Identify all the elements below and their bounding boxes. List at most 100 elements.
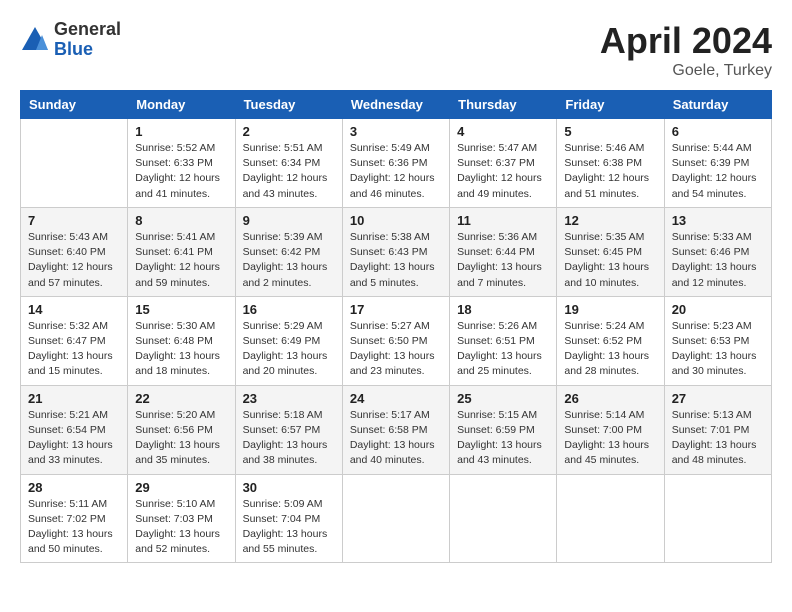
calendar-cell: 2 Sunrise: 5:51 AMSunset: 6:34 PMDaylight… [235,119,342,208]
day-number: 27 [672,391,764,406]
day-number: 25 [457,391,549,406]
weekday-header-saturday: Saturday [664,91,771,119]
calendar-cell: 8Sunrise: 5:41 AMSunset: 6:41 PMDaylight… [128,207,235,296]
calendar-cell: 6Sunrise: 5:44 AMSunset: 6:39 PMDaylight… [664,119,771,208]
calendar-cell: 12 Sunrise: 5:35 AMSunset: 6:45 PMDayligh… [557,207,664,296]
calendar-cell: 19Sunrise: 5:24 AMSunset: 6:52 PMDayligh… [557,296,664,385]
day-number: 5 [564,124,656,139]
logo-text: General Blue [54,20,121,60]
calendar-week-row: 7 Sunrise: 5:43 AMSunset: 6:40 PMDaylight… [21,207,772,296]
calendar-cell: 17Sunrise: 5:27 AMSunset: 6:50 PMDayligh… [342,296,449,385]
day-info: Sunrise: 5:32 AMSunset: 6:47 PMDaylight:… [28,319,120,380]
calendar-cell: 3 Sunrise: 5:49 AMSunset: 6:36 PMDaylight… [342,119,449,208]
calendar-cell: 7 Sunrise: 5:43 AMSunset: 6:40 PMDaylight… [21,207,128,296]
calendar-cell: 18Sunrise: 5:26 AMSunset: 6:51 PMDayligh… [450,296,557,385]
calendar-table: SundayMondayTuesdayWednesdayThursdayFrid… [20,90,772,563]
day-info: Sunrise: 5:15 AMSunset: 6:59 PMDaylight:… [457,408,549,469]
day-number: 28 [28,480,120,495]
weekday-header-monday: Monday [128,91,235,119]
calendar-cell: 11 Sunrise: 5:36 AMSunset: 6:44 PMDayligh… [450,207,557,296]
day-info: Sunrise: 5:41 AMSunset: 6:41 PMDaylight:… [135,230,227,291]
day-info: Sunrise: 5:23 AMSunset: 6:53 PMDaylight:… [672,319,764,380]
logo: General Blue [20,20,121,60]
day-info: Sunrise: 5:30 AMSunset: 6:48 PMDaylight:… [135,319,227,380]
day-info: Sunrise: 5:43 AMSunset: 6:40 PMDaylight:… [28,230,120,291]
day-info: Sunrise: 5:49 AMSunset: 6:36 PMDaylight:… [350,141,442,202]
calendar-cell: 29Sunrise: 5:10 AMSunset: 7:03 PMDayligh… [128,474,235,563]
logo-general: General [54,20,121,40]
weekday-header-row: SundayMondayTuesdayWednesdayThursdayFrid… [21,91,772,119]
day-info: Sunrise: 5:14 AMSunset: 7:00 PMDaylight:… [564,408,656,469]
calendar-week-row: 21Sunrise: 5:21 AMSunset: 6:54 PMDayligh… [21,385,772,474]
weekday-header-friday: Friday [557,91,664,119]
calendar-body: 1Sunrise: 5:52 AMSunset: 6:33 PMDaylight… [21,119,772,563]
day-number: 12 [564,213,656,228]
day-number: 11 [457,213,549,228]
day-info: Sunrise: 5:27 AMSunset: 6:50 PMDaylight:… [350,319,442,380]
day-number: 14 [28,302,120,317]
calendar-cell: 25 Sunrise: 5:15 AMSunset: 6:59 PMDayligh… [450,385,557,474]
calendar-cell [450,474,557,563]
day-number: 2 [243,124,335,139]
calendar-cell: 24 Sunrise: 5:17 AMSunset: 6:58 PMDayligh… [342,385,449,474]
calendar-cell: 16 Sunrise: 5:29 AMSunset: 6:49 PMDayligh… [235,296,342,385]
calendar-header: SundayMondayTuesdayWednesdayThursdayFrid… [21,91,772,119]
calendar-cell: 22 Sunrise: 5:20 AMSunset: 6:56 PMDayligh… [128,385,235,474]
day-number: 26 [564,391,656,406]
calendar-cell: 21Sunrise: 5:21 AMSunset: 6:54 PMDayligh… [21,385,128,474]
calendar-cell: 1Sunrise: 5:52 AMSunset: 6:33 PMDaylight… [128,119,235,208]
day-info: Sunrise: 5:18 AMSunset: 6:57 PMDaylight:… [243,408,335,469]
calendar-cell: 14 Sunrise: 5:32 AMSunset: 6:47 PMDayligh… [21,296,128,385]
calendar-cell: 26 Sunrise: 5:14 AMSunset: 7:00 PMDayligh… [557,385,664,474]
day-info: Sunrise: 5:52 AMSunset: 6:33 PMDaylight:… [135,141,227,202]
calendar-cell: 4Sunrise: 5:47 AMSunset: 6:37 PMDaylight… [450,119,557,208]
calendar-cell [664,474,771,563]
day-number: 10 [350,213,442,228]
day-number: 21 [28,391,120,406]
day-info: Sunrise: 5:36 AMSunset: 6:44 PMDaylight:… [457,230,549,291]
calendar-cell: 10 Sunrise: 5:38 AMSunset: 6:43 PMDayligh… [342,207,449,296]
calendar-cell: 5 Sunrise: 5:46 AMSunset: 6:38 PMDaylight… [557,119,664,208]
day-info: Sunrise: 5:10 AMSunset: 7:03 PMDaylight:… [135,497,227,558]
day-number: 30 [243,480,335,495]
day-info: Sunrise: 5:38 AMSunset: 6:43 PMDaylight:… [350,230,442,291]
day-info: Sunrise: 5:51 AMSunset: 6:34 PMDaylight:… [243,141,335,202]
weekday-header-tuesday: Tuesday [235,91,342,119]
day-info: Sunrise: 5:33 AMSunset: 6:46 PMDaylight:… [672,230,764,291]
calendar-cell: 23Sunrise: 5:18 AMSunset: 6:57 PMDayligh… [235,385,342,474]
weekday-header-wednesday: Wednesday [342,91,449,119]
weekday-header-thursday: Thursday [450,91,557,119]
logo-icon [20,25,50,55]
day-info: Sunrise: 5:47 AMSunset: 6:37 PMDaylight:… [457,141,549,202]
title-block: April 2024 Goele, Turkey [600,20,772,80]
day-info: Sunrise: 5:35 AMSunset: 6:45 PMDaylight:… [564,230,656,291]
calendar-cell: 30Sunrise: 5:09 AMSunset: 7:04 PMDayligh… [235,474,342,563]
calendar-week-row: 28Sunrise: 5:11 AMSunset: 7:02 PMDayligh… [21,474,772,563]
day-info: Sunrise: 5:46 AMSunset: 6:38 PMDaylight:… [564,141,656,202]
weekday-header-sunday: Sunday [21,91,128,119]
calendar-cell: 28Sunrise: 5:11 AMSunset: 7:02 PMDayligh… [21,474,128,563]
calendar-week-row: 1Sunrise: 5:52 AMSunset: 6:33 PMDaylight… [21,119,772,208]
calendar-cell: 27 Sunrise: 5:13 AMSunset: 7:01 PMDayligh… [664,385,771,474]
day-number: 20 [672,302,764,317]
day-info: Sunrise: 5:29 AMSunset: 6:49 PMDaylight:… [243,319,335,380]
day-number: 24 [350,391,442,406]
day-info: Sunrise: 5:17 AMSunset: 6:58 PMDaylight:… [350,408,442,469]
day-number: 6 [672,124,764,139]
page-header: General Blue April 2024 Goele, Turkey [20,20,772,80]
day-number: 3 [350,124,442,139]
day-info: Sunrise: 5:20 AMSunset: 6:56 PMDaylight:… [135,408,227,469]
calendar-cell: 15Sunrise: 5:30 AMSunset: 6:48 PMDayligh… [128,296,235,385]
day-number: 7 [28,213,120,228]
day-number: 16 [243,302,335,317]
calendar-cell: 9 Sunrise: 5:39 AMSunset: 6:42 PMDaylight… [235,207,342,296]
calendar-cell: 20 Sunrise: 5:23 AMSunset: 6:53 PMDayligh… [664,296,771,385]
calendar-cell: 13Sunrise: 5:33 AMSunset: 6:46 PMDayligh… [664,207,771,296]
calendar-cell [557,474,664,563]
day-info: Sunrise: 5:13 AMSunset: 7:01 PMDaylight:… [672,408,764,469]
day-info: Sunrise: 5:24 AMSunset: 6:52 PMDaylight:… [564,319,656,380]
calendar-title: April 2024 [600,20,772,62]
day-number: 22 [135,391,227,406]
day-info: Sunrise: 5:39 AMSunset: 6:42 PMDaylight:… [243,230,335,291]
day-number: 9 [243,213,335,228]
